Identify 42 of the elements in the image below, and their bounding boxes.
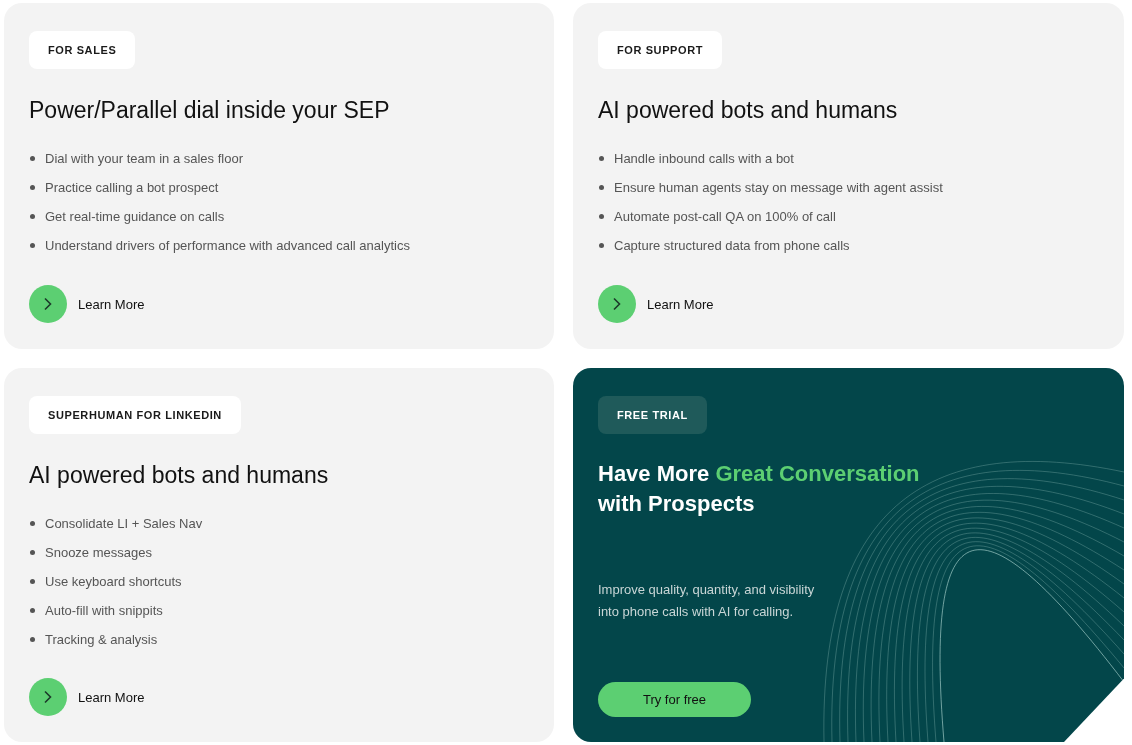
bullet-icon: [30, 637, 35, 642]
bullet-icon: [599, 243, 604, 248]
bullet-icon: [30, 243, 35, 248]
feature-text: Dial with your team in a sales floor: [45, 151, 243, 166]
learn-more-link[interactable]: Learn More: [78, 296, 145, 312]
feature-text: Ensure human agents stay on message with agent assist: [614, 180, 943, 195]
feature-text: Understand drivers of performance with advanced call analytics: [45, 238, 410, 253]
bullet-icon: [30, 521, 35, 526]
bullet-icon: [30, 214, 35, 219]
feature-text: Practice calling a bot prospect: [45, 180, 219, 195]
learn-more-link[interactable]: Learn More: [647, 296, 714, 312]
category-tag: FOR SUPPORT: [598, 31, 723, 69]
learn-more-link[interactable]: Learn More: [78, 689, 145, 705]
feature-text: Capture structured data from phone calls: [614, 238, 850, 253]
bullet-icon: [599, 214, 604, 219]
category-tag: SUPERHUMAN FOR LINKEDIN: [29, 396, 241, 434]
bullet-icon: [30, 579, 35, 584]
feature-text: Consolidate LI + Sales Nav: [45, 516, 203, 531]
feature-text: Snooze messages: [45, 545, 152, 560]
feature-text: Auto-fill with snippits: [45, 603, 163, 618]
category-tag: FOR SALES: [29, 31, 136, 69]
bullet-icon: [599, 185, 604, 190]
card-title: Power/Parallel dial inside your SEP: [29, 97, 390, 124]
feature-text: Get real-time guidance on calls: [45, 209, 225, 224]
card-title: AI powered bots and humans: [29, 462, 329, 489]
category-tag: FREE TRIAL: [598, 396, 707, 434]
bullet-icon: [30, 608, 35, 613]
bullet-icon: [599, 156, 604, 161]
promo-title: Have More Great Conversation with Prospects: [598, 460, 921, 518]
card-title: AI powered bots and humans: [598, 97, 898, 124]
bullet-icon: [30, 550, 35, 555]
chevron-right-icon[interactable]: [29, 285, 67, 323]
bullet-icon: [30, 156, 35, 161]
feature-text: Tracking & analysis: [45, 632, 158, 647]
feature-text: Automate post-call QA on 100% of call: [614, 209, 836, 224]
bullet-icon: [30, 185, 35, 190]
feature-text: Handle inbound calls with a bot: [614, 151, 794, 166]
chevron-right-icon[interactable]: [598, 285, 636, 323]
chevron-right-icon[interactable]: [29, 678, 67, 716]
feature-text: Use keyboard shortcuts: [45, 574, 182, 589]
promo-description: Improve quality, quantity, and visibility into phone calls with AI for calling.: [598, 581, 816, 621]
try-for-free-button[interactable]: Try for free: [598, 682, 751, 717]
